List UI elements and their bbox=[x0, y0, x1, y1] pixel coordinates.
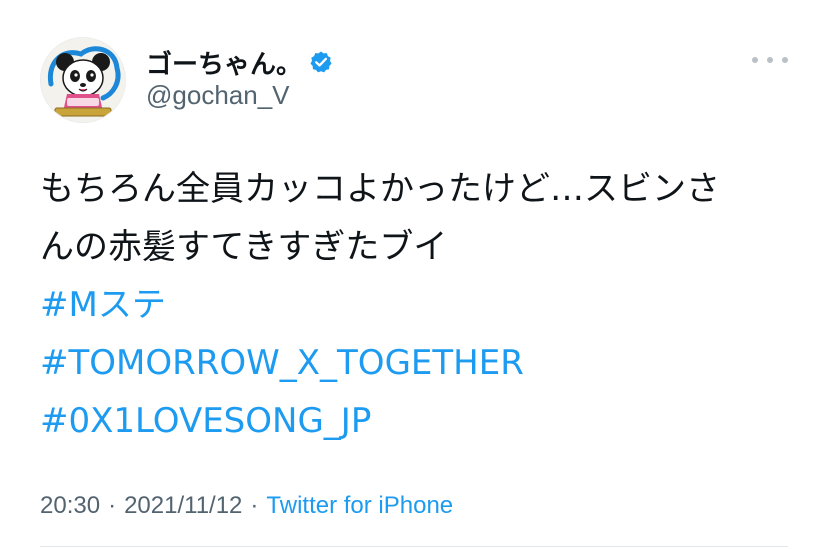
meta-separator: · bbox=[250, 492, 259, 519]
author-name-row: ゴーちゃん。 bbox=[146, 44, 333, 80]
meta-separator: · bbox=[108, 492, 117, 519]
hashtag-link[interactable]: #TOMORROW_X_TOGETHER bbox=[40, 334, 800, 392]
tweet-text-line: もちろん全員カッコよかったけど…スビンさ bbox=[40, 169, 720, 209]
divider bbox=[40, 546, 788, 547]
hashtag-link[interactable]: #0X1LOVESONG_JP bbox=[40, 392, 800, 450]
more-horizontal-icon[interactable] bbox=[752, 48, 788, 72]
more-dot bbox=[782, 57, 788, 63]
tweet-body: もちろん全員カッコよかったけど…スビンさ んの赤髪すてきすぎたブイ #Mステ #… bbox=[40, 160, 800, 450]
more-dot bbox=[767, 57, 773, 63]
tweet-date[interactable]: 2021/11/12 bbox=[124, 492, 242, 520]
tweet-text-line: んの赤髪すてきすぎたブイ bbox=[40, 227, 448, 267]
tweet-metadata: 20:30 · 2021/11/12 · Twitter for iPhone bbox=[40, 490, 453, 522]
author-handle[interactable]: @gochan_V bbox=[146, 80, 290, 111]
panda-mascot-avatar-icon bbox=[41, 38, 125, 122]
author-display-name[interactable]: ゴーちゃん。 bbox=[146, 44, 302, 81]
tweet-source-link[interactable]: Twitter for iPhone bbox=[266, 492, 453, 520]
author-avatar[interactable] bbox=[40, 37, 126, 123]
more-dot bbox=[752, 57, 758, 63]
tweet-time[interactable]: 20:30 bbox=[40, 492, 100, 520]
hashtag-link[interactable]: #Mステ bbox=[40, 276, 800, 334]
verified-badge-icon bbox=[309, 50, 333, 74]
tweet-card: ゴーちゃん。 @gochan_V もちろん全員カッコよかったけど…スビンさ んの… bbox=[0, 0, 828, 549]
